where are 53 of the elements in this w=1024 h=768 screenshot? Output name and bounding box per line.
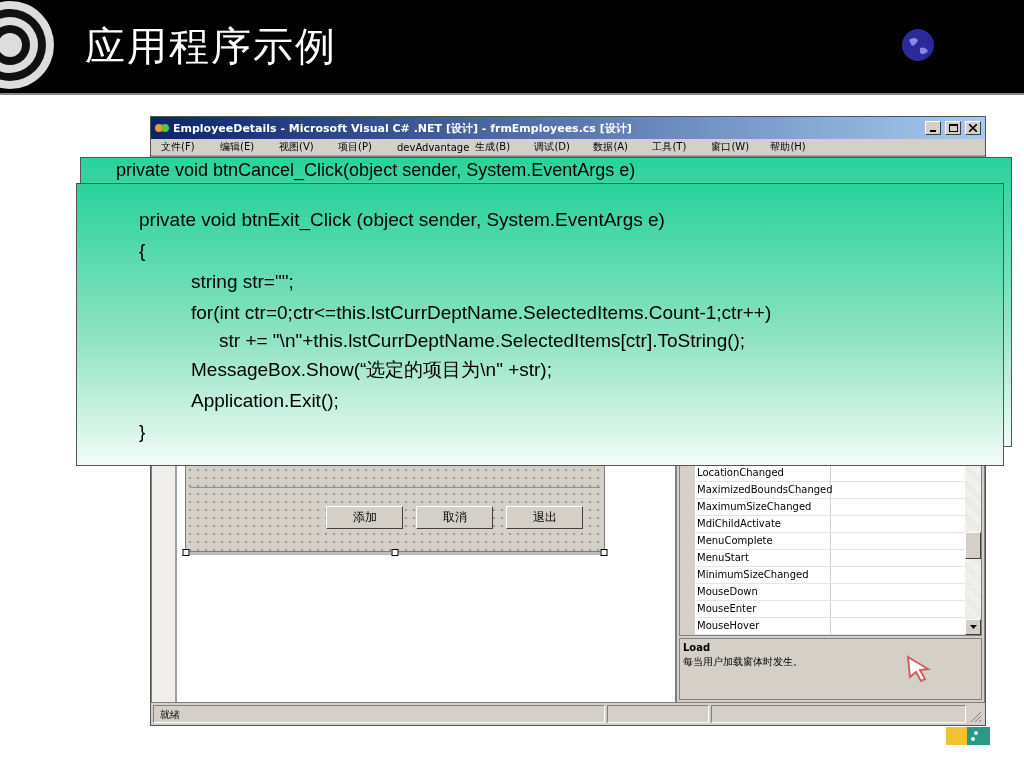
- minimize-button[interactable]: [925, 121, 941, 135]
- form-button[interactable]: 取消: [416, 506, 493, 529]
- property-row[interactable]: MdiChildActivate: [695, 516, 965, 533]
- code-line: string str="";: [190, 270, 295, 294]
- menu-item[interactable]: 调试(D): [534, 140, 594, 154]
- property-row[interactable]: MouseDown: [695, 584, 965, 601]
- globe-icon: [901, 28, 935, 62]
- cursor-icon: [906, 655, 932, 683]
- status-text: 就绪: [153, 705, 605, 723]
- scrollbar-thumb[interactable]: [965, 532, 981, 559]
- close-button[interactable]: [965, 121, 981, 135]
- down-arrow-icon: [969, 625, 977, 629]
- property-row[interactable]: MaximizedBoundsChanged: [695, 482, 965, 499]
- code-line: {: [139, 239, 147, 263]
- form-button[interactable]: 退出: [506, 506, 583, 529]
- menu-item[interactable]: 编辑(E): [220, 140, 279, 154]
- property-row[interactable]: MinimumSizeChanged: [695, 567, 965, 584]
- app-icon: [155, 122, 169, 134]
- menu-item[interactable]: 视图(V): [279, 140, 338, 154]
- maximize-icon: [948, 124, 958, 132]
- menu-item[interactable]: 生成(B): [475, 140, 535, 154]
- code-line: str += "\n"+this.lstCurrDeptName.SelectedItems[ctr].ToString();: [218, 329, 747, 353]
- maximize-button[interactable]: [945, 121, 961, 135]
- menu-item[interactable]: 文件(F): [161, 140, 220, 154]
- property-row[interactable]: MouseHover: [695, 618, 965, 635]
- window-title: EmployeeDetails - Microsoft Visual C# .NET [设计] - frmEmployees.cs [设计]: [173, 120, 633, 136]
- property-row[interactable]: MenuComplete: [695, 533, 965, 550]
- description-title: Load: [683, 642, 712, 653]
- resize-handle[interactable]: [391, 549, 399, 556]
- code-line: }: [139, 420, 147, 444]
- code-line: MessageBox.Show(“选定的项目为\n" +str);: [190, 358, 553, 382]
- resize-handle[interactable]: [182, 549, 190, 556]
- menu-item[interactable]: devAdvantage: [397, 141, 476, 153]
- menu-item[interactable]: 数据(A): [593, 140, 653, 154]
- resize-handle[interactable]: [600, 549, 608, 556]
- property-row[interactable]: MouseEnter: [695, 601, 965, 618]
- form-button[interactable]: 添加: [326, 506, 403, 529]
- menu-item[interactable]: 项目(P): [338, 140, 397, 154]
- code-line: for(int ctr=0;ctr<=this.lstCurrDeptName.SelectedItems.Count-1;ctr++): [190, 301, 773, 325]
- code-line: private void btnExit_Click (object sender, System.EventArgs e): [139, 208, 666, 233]
- property-row[interactable]: MaximumSizeChanged: [695, 499, 965, 516]
- code-line: Application.Exit();: [190, 389, 340, 413]
- corner-logo-icon: [946, 727, 990, 745]
- scrollbar[interactable]: [965, 465, 981, 635]
- resize-grip-icon: [968, 709, 982, 723]
- code-line: private void btnCancel_Click(object sender, System.EventArgs e): [116, 159, 637, 182]
- menu-item[interactable]: 帮助(H): [770, 140, 830, 154]
- slide-title: 应用程序示例: [85, 23, 337, 71]
- property-row[interactable]: MenuStart: [695, 550, 965, 567]
- description-text: 每当用户加载窗体时发生。: [683, 655, 804, 669]
- menu-item[interactable]: 窗口(W): [711, 140, 771, 154]
- menu-item[interactable]: 工具(T): [652, 140, 712, 154]
- close-icon: [969, 124, 977, 132]
